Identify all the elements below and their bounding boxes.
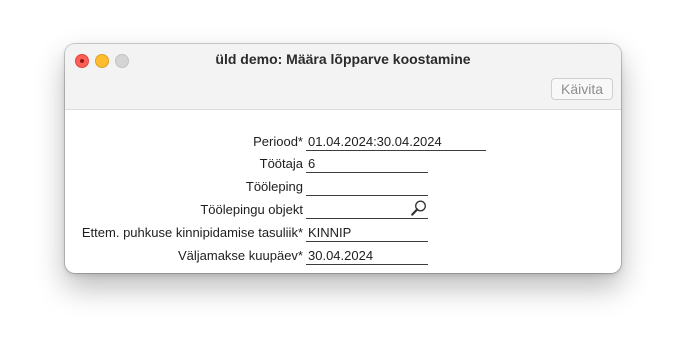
- form-row-toolepingu-objekt: Töölepingu objekt: [65, 199, 621, 221]
- periood-label: Periood*: [253, 134, 303, 149]
- tooleping-field[interactable]: [306, 179, 428, 196]
- form-row-periood: Periood* 01.04.2024:30.04.2024: [65, 131, 621, 153]
- tasuliik-field[interactable]: KINNIP: [306, 225, 428, 242]
- toolepingu-objekt-label: Töölepingu objekt: [200, 202, 303, 217]
- title-bar: üld demo: Määra lõpparve koostamine Käiv…: [65, 44, 621, 110]
- toolepingu-objekt-field[interactable]: [306, 199, 428, 219]
- run-button[interactable]: Käivita: [551, 78, 613, 100]
- magnifier-icon[interactable]: [410, 199, 428, 217]
- window-title: üld demo: Määra lõpparve koostamine: [215, 51, 471, 67]
- valjamakse-kuupaev-label: Väljamakse kuupäev*: [177, 248, 303, 263]
- form-row-valjamakse-kuupaev: Väljamakse kuupäev* 30.04.2024: [65, 245, 621, 267]
- form-row-tootaja: Töötaja 6: [65, 153, 621, 175]
- tooleping-label: Tööleping: [245, 179, 303, 194]
- dialog-window: üld demo: Määra lõpparve koostamine Käiv…: [65, 44, 621, 273]
- tootaja-label: Töötaja: [259, 156, 303, 171]
- valjamakse-kuupaev-field[interactable]: 30.04.2024: [306, 248, 428, 265]
- form-row-tasuliik: Ettem. puhkuse kinnipidamise tasuliik* K…: [65, 222, 621, 244]
- tootaja-field[interactable]: 6: [306, 156, 428, 173]
- parameters-form: Periood* 01.04.2024:30.04.2024 Töötaja 6…: [65, 110, 621, 273]
- periood-field[interactable]: 01.04.2024:30.04.2024: [306, 134, 486, 151]
- form-row-tooleping: Tööleping: [65, 176, 621, 198]
- tasuliik-label: Ettem. puhkuse kinnipidamise tasuliik*: [81, 225, 303, 240]
